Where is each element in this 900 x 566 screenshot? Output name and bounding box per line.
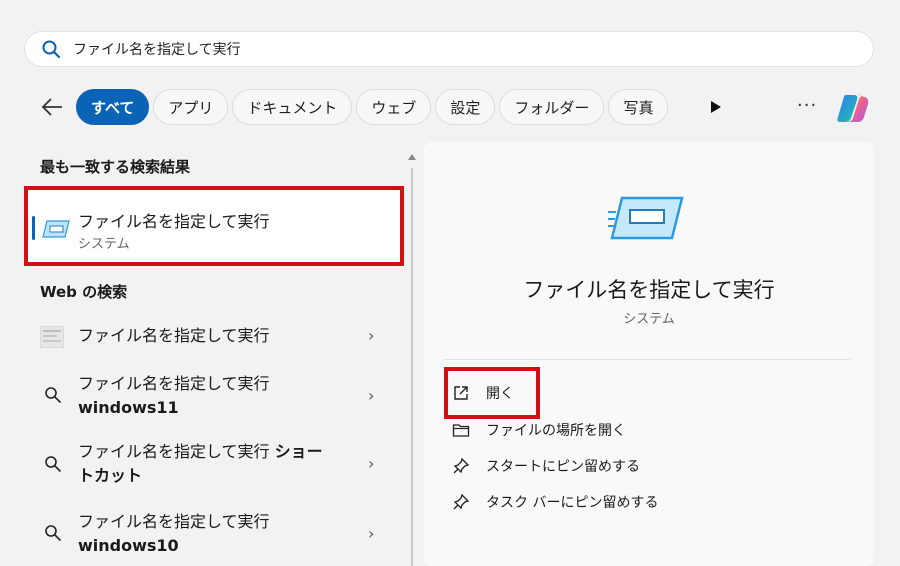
scroll-up-arrow-icon[interactable] — [408, 154, 416, 160]
web-result-label: ファイル名を指定して実行 windows10 — [78, 512, 270, 555]
web-result-item[interactable]: ファイル名を指定して実行 windows11 › — [22, 370, 402, 422]
open-action-label: 開く — [486, 386, 514, 402]
pin-to-start-action[interactable]: スタートにピン留めする — [452, 454, 640, 478]
pin-to-taskbar-label: タスク バーにピン留めする — [486, 495, 659, 511]
copilot-icon[interactable] — [834, 90, 870, 126]
pin-icon — [453, 457, 470, 474]
run-dialog-large-icon — [608, 196, 684, 240]
web-result-label: ファイル名を指定して実行 ショートカット — [78, 442, 323, 485]
search-icon — [45, 387, 61, 403]
filter-apps[interactable]: アプリ — [153, 89, 229, 125]
chevron-right-icon[interactable]: › — [368, 386, 374, 405]
web-result-label: ファイル名を指定して実行 — [78, 326, 270, 345]
detail-subtitle: システム — [623, 312, 675, 327]
filter-folders[interactable]: フォルダー — [499, 89, 605, 125]
run-dialog-icon — [42, 220, 70, 238]
search-box[interactable] — [24, 31, 874, 67]
pin-to-taskbar-action[interactable]: タスク バーにピン留めする — [452, 490, 658, 514]
search-input[interactable] — [71, 40, 835, 58]
folder-icon — [452, 424, 470, 437]
open-file-location-action[interactable]: ファイルの場所を開く — [452, 418, 626, 442]
best-match-name: ファイル名を指定して実行 — [78, 212, 270, 231]
chevron-right-icon[interactable]: › — [368, 454, 374, 473]
web-result-label: ファイル名を指定して実行 windows11 — [78, 374, 270, 417]
detail-title: ファイル名を指定して実行 — [523, 278, 775, 302]
web-search-heading: Web の検索 — [40, 283, 128, 301]
filter-documents[interactable]: ドキュメント — [232, 89, 353, 125]
web-result-item[interactable]: ファイル名を指定して実行 windows10 › — [22, 508, 402, 560]
best-match-type: システム — [78, 237, 130, 252]
search-icon — [45, 456, 61, 472]
divider — [444, 359, 850, 360]
search-icon — [42, 40, 61, 59]
results-pane: 最も一致する検索結果 ファイル名を指定して実行 システム Web の検索 ファイ… — [22, 140, 410, 566]
search-icon — [45, 525, 61, 541]
open-file-location-label: ファイルの場所を開く — [486, 423, 626, 439]
web-result-item[interactable]: ファイル名を指定して実行 ショートカット › — [22, 438, 402, 490]
filter-all[interactable]: すべて — [76, 89, 150, 125]
filter-chips: すべて アプリ ドキュメント ウェブ 設定 フォルダー 写真 — [76, 89, 669, 125]
more-filters-play-icon[interactable] — [710, 100, 722, 114]
detail-pane: ファイル名を指定して実行 システム 開く ファイルの場所を開く スタートにピン留… — [424, 142, 874, 566]
filter-photos[interactable]: 写真 — [608, 89, 669, 125]
selection-indicator — [32, 216, 35, 240]
pin-icon — [453, 493, 470, 510]
more-options-icon[interactable]: ··· — [797, 95, 817, 116]
open-external-icon — [454, 386, 468, 400]
scrollbar-track[interactable] — [411, 168, 413, 566]
best-match-item[interactable]: ファイル名を指定して実行 システム — [24, 186, 404, 266]
chevron-right-icon[interactable]: › — [368, 326, 374, 345]
chevron-right-icon[interactable]: › — [368, 524, 374, 543]
pin-to-start-label: スタートにピン留めする — [486, 459, 640, 475]
web-result-item[interactable]: ファイル名を指定して実行 › — [22, 318, 402, 354]
filter-settings[interactable]: 設定 — [435, 89, 496, 125]
back-arrow-icon[interactable] — [40, 96, 64, 118]
filter-web[interactable]: ウェブ — [356, 89, 432, 125]
web-thumbnail-icon — [40, 326, 64, 348]
best-match-heading: 最も一致する検索結果 — [40, 158, 191, 176]
open-action[interactable]: 開く — [452, 381, 514, 405]
